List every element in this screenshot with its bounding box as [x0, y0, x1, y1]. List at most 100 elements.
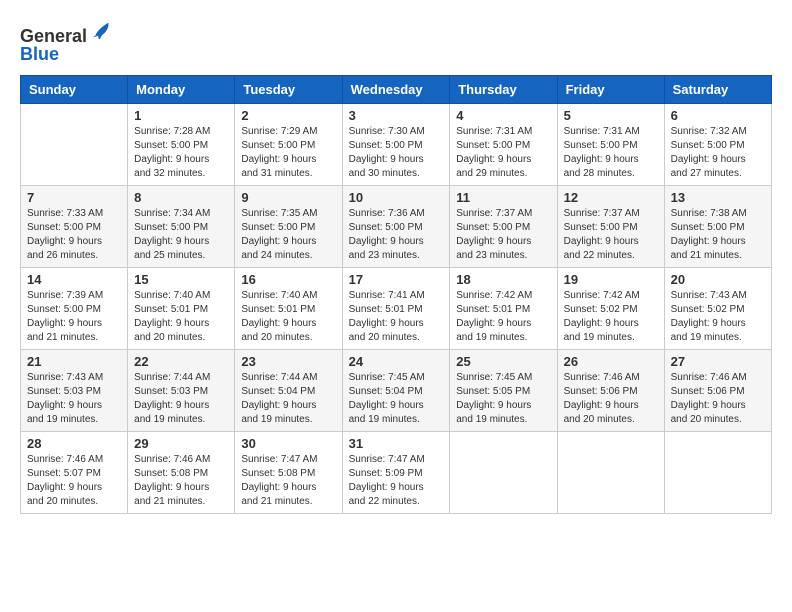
day-number: 20 — [671, 272, 765, 287]
calendar-cell: 21 Sunrise: 7:43 AM Sunset: 5:03 PM Dayli… — [21, 349, 128, 431]
day-number: 11 — [456, 190, 550, 205]
day-info: Sunrise: 7:46 AM Sunset: 5:08 PM Dayligh… — [134, 453, 228, 509]
day-info: Sunrise: 7:43 AM Sunset: 5:02 PM Dayligh… — [671, 289, 765, 345]
calendar-cell: 2 Sunrise: 7:29 AM Sunset: 5:00 PM Daylig… — [235, 103, 342, 185]
week-row-3: 14 Sunrise: 7:39 AM Sunset: 5:00 PM Dayli… — [21, 267, 772, 349]
day-number: 26 — [564, 354, 658, 369]
calendar-cell: 14 Sunrise: 7:39 AM Sunset: 5:00 PM Dayli… — [21, 267, 128, 349]
calendar-cell: 16 Sunrise: 7:40 AM Sunset: 5:01 PM Dayli… — [235, 267, 342, 349]
calendar-cell: 6 Sunrise: 7:32 AM Sunset: 5:00 PM Daylig… — [664, 103, 771, 185]
week-row-5: 28 Sunrise: 7:46 AM Sunset: 5:07 PM Dayli… — [21, 431, 772, 513]
day-number: 17 — [349, 272, 444, 287]
day-info: Sunrise: 7:31 AM Sunset: 5:00 PM Dayligh… — [564, 125, 658, 181]
day-number: 8 — [134, 190, 228, 205]
calendar-cell: 1Sunrise: 7:28 AM Sunset: 5:00 PM Daylig… — [128, 103, 235, 185]
day-info: Sunrise: 7:41 AM Sunset: 5:01 PM Dayligh… — [349, 289, 444, 345]
col-header-saturday: Saturday — [664, 75, 771, 103]
day-info: Sunrise: 7:46 AM Sunset: 5:07 PM Dayligh… — [27, 453, 121, 509]
day-info: Sunrise: 7:45 AM Sunset: 5:05 PM Dayligh… — [456, 371, 550, 427]
day-info: Sunrise: 7:37 AM Sunset: 5:00 PM Dayligh… — [456, 207, 550, 263]
day-info: Sunrise: 7:47 AM Sunset: 5:09 PM Dayligh… — [349, 453, 444, 509]
day-number: 29 — [134, 436, 228, 451]
day-info: Sunrise: 7:36 AM Sunset: 5:00 PM Dayligh… — [349, 207, 444, 263]
calendar-cell: 18 Sunrise: 7:42 AM Sunset: 5:01 PM Dayli… — [450, 267, 557, 349]
day-number: 1 — [134, 108, 228, 123]
day-info: Sunrise: 7:29 AM Sunset: 5:00 PM Dayligh… — [241, 125, 335, 181]
calendar-cell: 28 Sunrise: 7:46 AM Sunset: 5:07 PM Dayli… — [21, 431, 128, 513]
day-number: 22 — [134, 354, 228, 369]
calendar-cell: 27Sunrise: 7:46 AM Sunset: 5:06 PM Dayli… — [664, 349, 771, 431]
day-info: Sunrise: 7:32 AM Sunset: 5:00 PM Dayligh… — [671, 125, 765, 181]
day-info: Sunrise: 7:43 AM Sunset: 5:03 PM Dayligh… — [27, 371, 121, 427]
week-row-4: 21 Sunrise: 7:43 AM Sunset: 5:03 PM Dayli… — [21, 349, 772, 431]
calendar-cell: 30Sunrise: 7:47 AM Sunset: 5:08 PM Dayli… — [235, 431, 342, 513]
calendar-cell: 12 Sunrise: 7:37 AM Sunset: 5:00 PM Dayli… — [557, 185, 664, 267]
day-info: Sunrise: 7:47 AM Sunset: 5:08 PM Dayligh… — [241, 453, 335, 509]
calendar-cell — [21, 103, 128, 185]
day-number: 7 — [27, 190, 121, 205]
day-number: 31 — [349, 436, 444, 451]
calendar-header-row: SundayMondayTuesdayWednesdayThursdayFrid… — [21, 75, 772, 103]
day-number: 4 — [456, 108, 550, 123]
day-number: 13 — [671, 190, 765, 205]
day-info: Sunrise: 7:35 AM Sunset: 5:00 PM Dayligh… — [241, 207, 335, 263]
calendar-cell: 22 Sunrise: 7:44 AM Sunset: 5:03 PM Dayli… — [128, 349, 235, 431]
calendar-cell: 31 Sunrise: 7:47 AM Sunset: 5:09 PM Dayli… — [342, 431, 450, 513]
calendar-cell: 7 Sunrise: 7:33 AM Sunset: 5:00 PM Daylig… — [21, 185, 128, 267]
col-header-tuesday: Tuesday — [235, 75, 342, 103]
day-number: 12 — [564, 190, 658, 205]
day-number: 16 — [241, 272, 335, 287]
day-info: Sunrise: 7:44 AM Sunset: 5:03 PM Dayligh… — [134, 371, 228, 427]
day-number: 25 — [456, 354, 550, 369]
day-number: 19 — [564, 272, 658, 287]
col-header-wednesday: Wednesday — [342, 75, 450, 103]
day-info: Sunrise: 7:39 AM Sunset: 5:00 PM Dayligh… — [27, 289, 121, 345]
day-info: Sunrise: 7:38 AM Sunset: 5:00 PM Dayligh… — [671, 207, 765, 263]
day-number: 9 — [241, 190, 335, 205]
day-number: 3 — [349, 108, 444, 123]
calendar-cell: 19 Sunrise: 7:42 AM Sunset: 5:02 PM Dayli… — [557, 267, 664, 349]
day-number: 15 — [134, 272, 228, 287]
day-info: Sunrise: 7:30 AM Sunset: 5:00 PM Dayligh… — [349, 125, 444, 181]
calendar-cell: 11 Sunrise: 7:37 AM Sunset: 5:00 PM Dayli… — [450, 185, 557, 267]
day-number: 18 — [456, 272, 550, 287]
calendar-cell: 20 Sunrise: 7:43 AM Sunset: 5:02 PM Dayli… — [664, 267, 771, 349]
day-number: 21 — [27, 354, 121, 369]
day-number: 2 — [241, 108, 335, 123]
day-info: Sunrise: 7:40 AM Sunset: 5:01 PM Dayligh… — [241, 289, 335, 345]
calendar-cell: 23 Sunrise: 7:44 AM Sunset: 5:04 PM Dayli… — [235, 349, 342, 431]
day-number: 10 — [349, 190, 444, 205]
day-info: Sunrise: 7:45 AM Sunset: 5:04 PM Dayligh… — [349, 371, 444, 427]
calendar-cell: 24Sunrise: 7:45 AM Sunset: 5:04 PM Dayli… — [342, 349, 450, 431]
col-header-monday: Monday — [128, 75, 235, 103]
day-info: Sunrise: 7:34 AM Sunset: 5:00 PM Dayligh… — [134, 207, 228, 263]
calendar-cell: 10 Sunrise: 7:36 AM Sunset: 5:00 PM Dayli… — [342, 185, 450, 267]
day-info: Sunrise: 7:42 AM Sunset: 5:01 PM Dayligh… — [456, 289, 550, 345]
calendar-cell: 15 Sunrise: 7:40 AM Sunset: 5:01 PM Dayli… — [128, 267, 235, 349]
calendar-cell: 26 Sunrise: 7:46 AM Sunset: 5:06 PM Dayli… — [557, 349, 664, 431]
calendar-cell: 3 Sunrise: 7:30 AM Sunset: 5:00 PM Daylig… — [342, 103, 450, 185]
day-number: 6 — [671, 108, 765, 123]
day-info: Sunrise: 7:37 AM Sunset: 5:00 PM Dayligh… — [564, 207, 658, 263]
day-info: Sunrise: 7:33 AM Sunset: 5:00 PM Dayligh… — [27, 207, 121, 263]
day-number: 27 — [671, 354, 765, 369]
calendar-cell: 25 Sunrise: 7:45 AM Sunset: 5:05 PM Dayli… — [450, 349, 557, 431]
day-number: 23 — [241, 354, 335, 369]
logo-bird-icon — [89, 20, 111, 42]
calendar-cell: 29 Sunrise: 7:46 AM Sunset: 5:08 PM Dayli… — [128, 431, 235, 513]
day-number: 14 — [27, 272, 121, 287]
calendar-cell — [557, 431, 664, 513]
col-header-sunday: Sunday — [21, 75, 128, 103]
day-info: Sunrise: 7:40 AM Sunset: 5:01 PM Dayligh… — [134, 289, 228, 345]
day-info: Sunrise: 7:46 AM Sunset: 5:06 PM Dayligh… — [564, 371, 658, 427]
week-row-1: 1Sunrise: 7:28 AM Sunset: 5:00 PM Daylig… — [21, 103, 772, 185]
calendar-cell: 8 Sunrise: 7:34 AM Sunset: 5:00 PM Daylig… — [128, 185, 235, 267]
day-number: 5 — [564, 108, 658, 123]
day-info: Sunrise: 7:44 AM Sunset: 5:04 PM Dayligh… — [241, 371, 335, 427]
week-row-2: 7 Sunrise: 7:33 AM Sunset: 5:00 PM Daylig… — [21, 185, 772, 267]
day-number: 28 — [27, 436, 121, 451]
col-header-thursday: Thursday — [450, 75, 557, 103]
col-header-friday: Friday — [557, 75, 664, 103]
calendar-cell: 17 Sunrise: 7:41 AM Sunset: 5:01 PM Dayli… — [342, 267, 450, 349]
day-info: Sunrise: 7:42 AM Sunset: 5:02 PM Dayligh… — [564, 289, 658, 345]
